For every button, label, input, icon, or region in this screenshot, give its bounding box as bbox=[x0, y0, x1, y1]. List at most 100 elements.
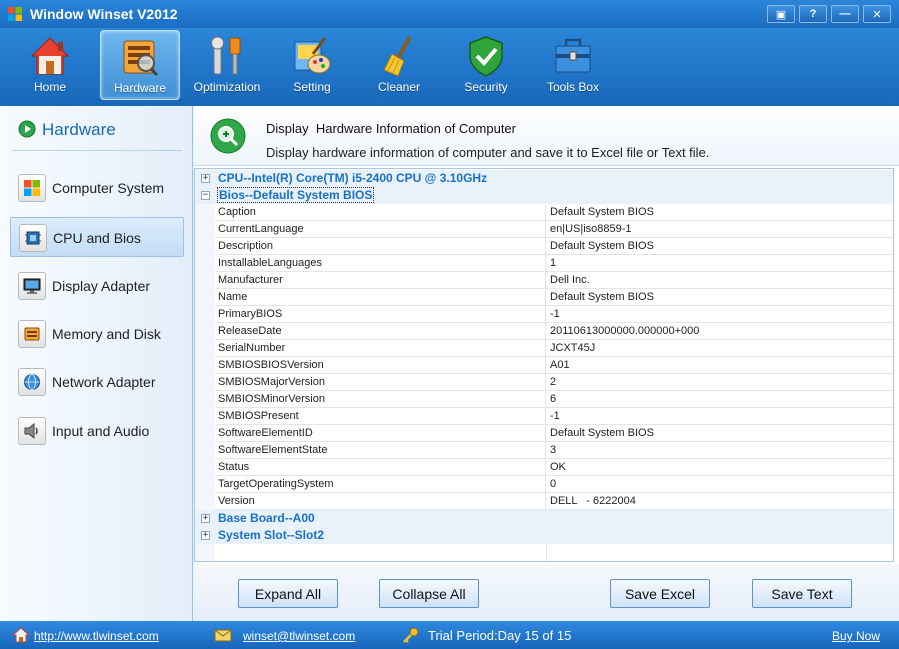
table-row[interactable]: Caption Default System BIOS bbox=[195, 204, 893, 221]
expand-icon[interactable]: + bbox=[201, 514, 210, 523]
group-row-cpu[interactable]: + CPU--Intel(R) Core(TM) i5-2400 CPU @ 3… bbox=[195, 170, 893, 187]
table-row[interactable]: CurrentLanguage en|US|iso8859-1 bbox=[195, 221, 893, 238]
table-row[interactable]: SerialNumber JCXT45J bbox=[195, 340, 893, 357]
paint-icon bbox=[294, 37, 331, 74]
property-value: OK bbox=[546, 459, 893, 476]
property-value: -1 bbox=[546, 306, 893, 323]
table-row[interactable]: Name Default System BIOS bbox=[195, 289, 893, 306]
website-link[interactable]: http://www.tlwinset.com bbox=[34, 629, 159, 643]
sidebar-divider bbox=[12, 150, 182, 151]
close-button[interactable]: ✕ bbox=[863, 5, 891, 23]
property-value: A01 bbox=[546, 357, 893, 374]
main-area: Hardware Computer System CPU and Bios Di… bbox=[0, 106, 899, 621]
trial-period-text: Trial Period:Day 15 of 15 bbox=[428, 628, 572, 643]
table-row[interactable]: PrimaryBIOS -1 bbox=[195, 306, 893, 323]
hardware-icon bbox=[123, 40, 159, 77]
group-row-system-slot[interactable]: + System Slot--Slot2 bbox=[195, 527, 893, 544]
table-row[interactable]: SMBIOSBIOSVersion A01 bbox=[195, 357, 893, 374]
property-value: Default System BIOS bbox=[546, 238, 893, 255]
property-value: 20110613000000.000000+000 bbox=[546, 323, 893, 340]
sidebar-item-network-adapter[interactable]: Network Adapter bbox=[10, 362, 184, 402]
property-name: Version bbox=[215, 493, 546, 510]
collapse-icon[interactable]: − bbox=[201, 191, 210, 200]
toolbar-optimization[interactable]: Optimization bbox=[187, 30, 267, 100]
minimize-button[interactable]: — bbox=[831, 5, 859, 23]
group-label: Bios--Default System BIOS bbox=[217, 187, 375, 203]
sidebar-item-cpu-and-bios[interactable]: CPU and Bios bbox=[10, 217, 184, 257]
page-title: Display Hardware Information of Computer bbox=[266, 121, 516, 136]
window-controls: ▣ ? — ✕ bbox=[767, 5, 891, 23]
sidebar: Hardware Computer System CPU and Bios Di… bbox=[0, 106, 193, 621]
hardware-info-grid[interactable]: + CPU--Intel(R) Core(TM) i5-2400 CPU @ 3… bbox=[194, 168, 894, 562]
globe-icon bbox=[24, 374, 40, 390]
skin-button[interactable]: ▣ bbox=[767, 5, 795, 23]
group-label: System Slot--Slot2 bbox=[218, 528, 325, 542]
table-row[interactable]: TargetOperatingSystem 0 bbox=[195, 476, 893, 493]
property-name: SerialNumber bbox=[215, 340, 546, 357]
property-value: 1 bbox=[546, 255, 893, 272]
collapse-all-button[interactable]: Collapse All bbox=[379, 579, 479, 608]
speaker-icon bbox=[24, 422, 38, 440]
property-name: SMBIOSBIOSVersion bbox=[215, 357, 546, 374]
table-row[interactable]: SoftwareElementState 3 bbox=[195, 442, 893, 459]
expand-icon[interactable]: + bbox=[201, 531, 210, 540]
toolbar-cleaner[interactable]: Cleaner bbox=[359, 30, 439, 100]
property-value: -1 bbox=[546, 408, 893, 425]
group-label: CPU--Intel(R) Core(TM) i5-2400 CPU @ 3.1… bbox=[218, 171, 488, 185]
help-button[interactable]: ? bbox=[799, 5, 827, 23]
table-row[interactable]: Manufacturer Dell Inc. bbox=[195, 272, 893, 289]
property-name: SoftwareElementState bbox=[215, 442, 546, 459]
monitor-icon bbox=[23, 278, 41, 294]
buy-now-link[interactable]: Buy Now bbox=[832, 629, 880, 643]
sidebar-item-input-and-audio[interactable]: Input and Audio bbox=[10, 411, 184, 451]
save-text-button[interactable]: Save Text bbox=[752, 579, 852, 608]
save-excel-button[interactable]: Save Excel bbox=[610, 579, 710, 608]
email-link[interactable]: winset@tlwinset.com bbox=[243, 629, 355, 643]
property-name: Caption bbox=[215, 204, 546, 221]
toolbox-icon bbox=[555, 38, 591, 73]
sidebar-item-computer-system[interactable]: Computer System bbox=[10, 168, 184, 208]
content-header: Display Hardware Information of Computer… bbox=[194, 106, 899, 166]
expand-icon[interactable]: + bbox=[201, 174, 210, 183]
sidebar-header: Hardware bbox=[0, 106, 193, 152]
sidebar-item-memory-and-disk[interactable]: Memory and Disk bbox=[10, 314, 184, 354]
property-name: Description bbox=[215, 238, 546, 255]
property-name: ReleaseDate bbox=[215, 323, 546, 340]
sidebar-title: Hardware bbox=[42, 120, 116, 139]
broom-icon bbox=[383, 36, 412, 77]
home-small-icon bbox=[12, 627, 30, 643]
property-value: 3 bbox=[546, 442, 893, 459]
toolbar-home[interactable]: Home bbox=[10, 30, 90, 100]
expand-all-button[interactable]: Expand All bbox=[238, 579, 338, 608]
table-row[interactable]: Description Default System BIOS bbox=[195, 238, 893, 255]
app-logo-icon bbox=[8, 7, 22, 21]
chip-icon bbox=[25, 231, 41, 245]
table-row[interactable]: SMBIOSMinorVersion 6 bbox=[195, 391, 893, 408]
table-row[interactable]: Status OK bbox=[195, 459, 893, 476]
table-row[interactable]: ReleaseDate 20110613000000.000000+000 bbox=[195, 323, 893, 340]
table-row[interactable]: SMBIOSMajorVersion 2 bbox=[195, 374, 893, 391]
property-value: DELL - 6222004 bbox=[546, 493, 893, 510]
toolbar-tools-box[interactable]: Tools Box bbox=[533, 30, 613, 100]
group-row-base-board[interactable]: + Base Board--A00 bbox=[195, 510, 893, 527]
table-row[interactable]: SoftwareElementID Default System BIOS bbox=[195, 425, 893, 442]
house-icon bbox=[30, 37, 70, 75]
property-value: Default System BIOS bbox=[546, 425, 893, 442]
table-row[interactable]: SMBIOSPresent -1 bbox=[195, 408, 893, 425]
property-value: 2 bbox=[546, 374, 893, 391]
sidebar-item-display-adapter[interactable]: Display Adapter bbox=[10, 266, 184, 306]
property-name: PrimaryBIOS bbox=[215, 306, 546, 323]
property-name: SMBIOSMajorVersion bbox=[215, 374, 546, 391]
property-name: Manufacturer bbox=[215, 272, 546, 289]
property-value: JCXT45J bbox=[546, 340, 893, 357]
toolbar-setting[interactable]: Setting bbox=[272, 30, 352, 100]
group-row-bios[interactable]: − Bios--Default System BIOS bbox=[195, 187, 893, 204]
status-bar: http://www.tlwinset.com winset@tlwinset.… bbox=[0, 621, 899, 649]
toolbar-security[interactable]: Security bbox=[446, 30, 526, 100]
window-title: Window Winset V2012 bbox=[30, 6, 178, 22]
toolbar-hardware[interactable]: Hardware bbox=[100, 30, 180, 100]
table-row[interactable]: Version DELL - 6222004 bbox=[195, 493, 893, 510]
wrench-icon bbox=[211, 36, 241, 75]
table-row[interactable]: InstallableLanguages 1 bbox=[195, 255, 893, 272]
action-bar: Expand All Collapse All Save Excel Save … bbox=[194, 564, 899, 621]
